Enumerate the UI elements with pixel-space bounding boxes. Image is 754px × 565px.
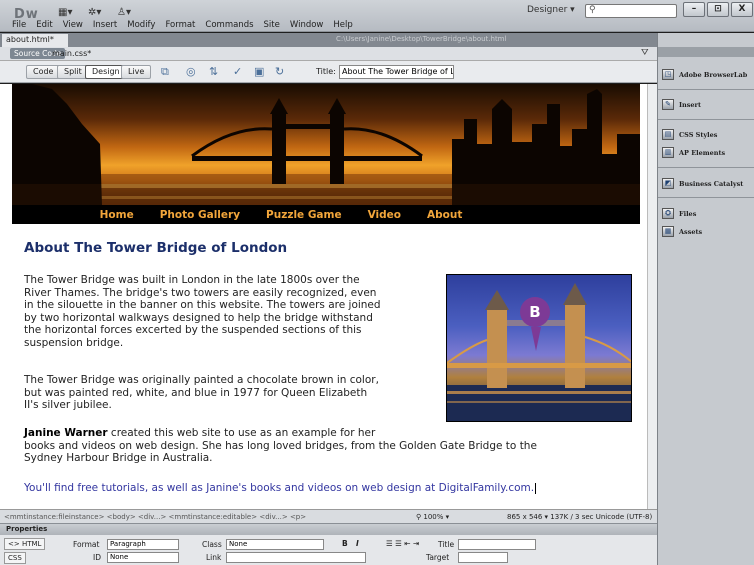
tower-bridge-banner	[12, 84, 640, 224]
status-bar: <mmtinstance:fileinstance> <body> <div..…	[0, 509, 657, 523]
minimize-button[interactable]: –	[683, 2, 705, 17]
format-select[interactable]: Paragraph	[107, 539, 179, 550]
menu-format[interactable]: Format	[165, 20, 195, 30]
menu-file[interactable]: File	[12, 20, 26, 30]
class-label: Class	[202, 540, 222, 549]
nav-video[interactable]: Video	[368, 209, 401, 221]
close-button[interactable]: X	[731, 2, 753, 17]
paragraph-history[interactable]: The Tower Bridge was built in London in …	[24, 274, 381, 349]
link-label: Link	[206, 553, 222, 562]
design-view-scrollbar[interactable]	[647, 84, 657, 509]
nav-photo-gallery[interactable]: Photo Gallery	[160, 209, 240, 221]
browserlab-icon: ◳	[662, 69, 674, 80]
workspace-switcher[interactable]: Designer ▾	[527, 5, 575, 15]
panel-business-catalyst[interactable]: ◩ Business Catalyst	[662, 178, 743, 189]
nav-about[interactable]: About	[427, 209, 462, 221]
target-select[interactable]	[458, 552, 508, 563]
assets-icon: ▦	[662, 226, 674, 237]
properties-panel: Properties <> HTML CSS Format Paragraph …	[0, 523, 657, 565]
id-select[interactable]: None	[107, 552, 179, 563]
page-title-input[interactable]: About The Tower Bridge of Lon	[339, 65, 454, 79]
panel-ap-elements[interactable]: ▥ AP Elements	[662, 147, 725, 158]
w3c-validation-icon[interactable]: ✓	[233, 65, 242, 78]
html-mode-button[interactable]: <> HTML	[4, 538, 46, 550]
multiscreen-icon[interactable]: ⧉	[161, 65, 169, 79]
paragraph-paint[interactable]: The Tower Bridge was originally painted …	[24, 374, 379, 412]
title-field-label: Title	[438, 540, 455, 549]
menu-site[interactable]: Site	[264, 20, 280, 30]
paragraph-tutorials[interactable]: You'll find free tutorials, as well as J…	[24, 482, 537, 495]
panel-files[interactable]: ⛭ Files	[662, 208, 696, 219]
file-management-icon[interactable]: ⇅	[209, 65, 218, 78]
zoom-level[interactable]: ⚲ 100% ▾	[416, 513, 449, 521]
menu-commands[interactable]: Commands	[205, 20, 253, 30]
italic-button[interactable]: I	[356, 539, 359, 548]
css-styles-icon: ▤	[662, 129, 674, 140]
visual-aids-icon[interactable]: ▣	[254, 65, 264, 78]
callout-badge: B	[520, 297, 550, 327]
refresh-icon[interactable]: ↻	[275, 65, 284, 78]
tag-selector[interactable]: <mmtinstance:fileinstance> <body> <div..…	[4, 513, 306, 521]
layout-icon[interactable]: ▦▾	[58, 7, 72, 18]
panel-css-styles[interactable]: ▤ CSS Styles	[662, 129, 717, 140]
nav-puzzle-game[interactable]: Puzzle Game	[266, 209, 342, 221]
files-icon: ⛭	[662, 208, 674, 219]
panel-dock-header[interactable]	[658, 47, 754, 57]
bold-button[interactable]: B	[342, 539, 348, 548]
paragraph-author[interactable]: Janine Warner created this web site to u…	[24, 427, 537, 465]
page-heading[interactable]: About The Tower Bridge of London	[24, 240, 287, 256]
css-mode-button[interactable]: CSS	[4, 552, 26, 564]
properties-header[interactable]: Properties	[0, 524, 657, 535]
help-search-input[interactable]: ⚲	[585, 4, 677, 18]
class-select[interactable]: None	[226, 539, 324, 550]
menu-window[interactable]: Window	[290, 20, 324, 30]
document-tab[interactable]: about.html* ×	[2, 34, 68, 56]
nav-home[interactable]: Home	[100, 209, 134, 221]
target-label: Target	[426, 553, 450, 562]
search-icon: ⚲	[589, 5, 596, 15]
document-path: C:\Users\Janine\Desktop\TowerBridge\abou…	[336, 35, 507, 43]
author-name: Janine Warner	[24, 427, 108, 439]
menu-edit[interactable]: Edit	[36, 20, 52, 30]
menu-bar: File Edit View Insert Modify Format Comm…	[12, 20, 353, 30]
document-toolbar: Code Split Design Live ⧉ ◎ ⇅ ✓ ▣ ↻ Title…	[0, 61, 657, 83]
format-label: Format	[73, 540, 100, 549]
design-view: Home Photo Gallery Puzzle Game Video Abo…	[0, 84, 647, 509]
filter-icon[interactable]: ⛛	[641, 48, 649, 58]
menu-insert[interactable]: Insert	[93, 20, 117, 30]
document-tab-bar: about.html* × C:\Users\Janine\Desktop\To…	[0, 33, 657, 56]
application-bar: Dw ▦▾ ✲▾ ♙▾ Designer ▾ ⚲ – ⊡ X File Edit…	[0, 0, 754, 32]
window-size-info[interactable]: 865 x 546 ▾ 137K / 3 sec Unicode (UTF-8)	[507, 513, 652, 521]
panel-dock: ◳ Adobe BrowserLab ✎ Insert ▤ CSS Styles ▥ A…	[657, 33, 754, 565]
panel-insert[interactable]: ✎ Insert	[662, 99, 701, 110]
link-input[interactable]	[226, 552, 366, 563]
maximize-button[interactable]: ⊡	[707, 2, 729, 17]
ap-elements-icon: ▥	[662, 147, 674, 158]
panel-adobe-browserlab[interactable]: ◳ Adobe BrowserLab	[662, 69, 747, 80]
list-buttons-icon[interactable]: ☰ ☰ ⇤ ⇥	[386, 539, 419, 548]
extend-icon[interactable]: ✲▾	[88, 7, 101, 18]
text-cursor	[535, 482, 537, 494]
preview-browser-icon[interactable]: ◎	[186, 65, 196, 78]
id-label: ID	[93, 553, 101, 562]
site-icon[interactable]: ♙▾	[117, 7, 131, 18]
site-navigation: Home Photo Gallery Puzzle Game Video Abo…	[12, 205, 640, 224]
title-label: Title:	[316, 67, 336, 76]
panel-assets[interactable]: ▦ Assets	[662, 226, 702, 237]
callout-arrow	[531, 327, 541, 351]
insert-icon: ✎	[662, 99, 674, 110]
related-files-bar: Source Code main.css* ⛛	[0, 47, 657, 61]
live-view-button[interactable]: Live	[121, 65, 152, 79]
split-view-button[interactable]: Split	[57, 65, 89, 79]
related-file-main-css[interactable]: main.css*	[52, 49, 91, 58]
menu-view[interactable]: View	[63, 20, 83, 30]
business-catalyst-icon: ◩	[662, 178, 674, 189]
code-view-button[interactable]: Code	[26, 65, 61, 79]
window-controls: – ⊡ X	[683, 2, 753, 17]
menu-modify[interactable]: Modify	[127, 20, 155, 30]
menu-help[interactable]: Help	[333, 20, 352, 30]
title-field-input[interactable]	[458, 539, 536, 550]
